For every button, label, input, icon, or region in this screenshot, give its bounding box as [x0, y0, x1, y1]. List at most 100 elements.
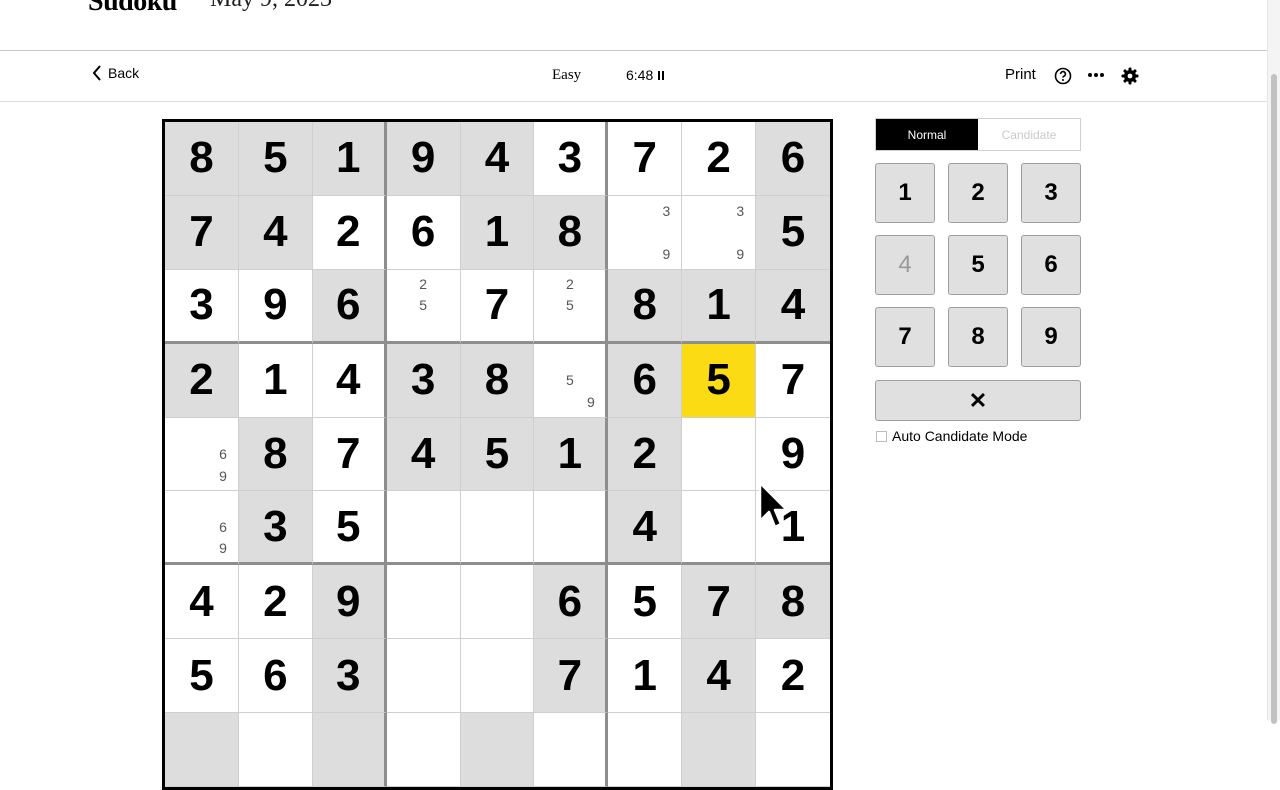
board-cell[interactable]: [386, 565, 461, 640]
board-cell[interactable]: 7: [312, 417, 387, 492]
board-cell[interactable]: 1: [534, 417, 609, 492]
erase-button[interactable]: ✕: [875, 380, 1081, 421]
board-cell[interactable]: 39: [682, 195, 757, 270]
board-cell[interactable]: [312, 713, 387, 787]
board-cell[interactable]: 6: [386, 195, 461, 270]
board-cell[interactable]: 9: [238, 269, 313, 344]
board-cell[interactable]: 1: [608, 639, 683, 714]
board-cell[interactable]: 1: [460, 195, 535, 270]
number-key[interactable]: 1: [875, 163, 935, 223]
board-cell[interactable]: [386, 491, 461, 566]
board-cell[interactable]: 9: [386, 122, 461, 196]
board-cell[interactable]: 4: [165, 565, 239, 640]
board-cell[interactable]: 3: [534, 122, 609, 196]
board-cell[interactable]: [682, 713, 757, 787]
board-cell[interactable]: [386, 639, 461, 714]
board-cell[interactable]: 8: [608, 269, 683, 344]
board-cell[interactable]: 2: [608, 417, 683, 492]
gear-icon[interactable]: [1121, 67, 1139, 85]
back-button[interactable]: Back: [92, 65, 139, 81]
board-cell[interactable]: 5: [165, 639, 239, 714]
board-cell[interactable]: 2: [238, 565, 313, 640]
board-cell[interactable]: 5: [682, 343, 757, 418]
board-cell[interactable]: 25: [386, 269, 461, 344]
board-cell[interactable]: [608, 713, 683, 787]
timer[interactable]: 6:48: [626, 67, 665, 83]
board-cell[interactable]: 6: [238, 639, 313, 714]
board-cell[interactable]: 9: [312, 565, 387, 640]
board-cell[interactable]: 25: [534, 269, 609, 344]
board-cell[interactable]: [460, 565, 535, 640]
board-cell[interactable]: 59: [534, 343, 609, 418]
board-cell[interactable]: 3: [238, 491, 313, 566]
board-cell[interactable]: 69: [165, 491, 239, 566]
scrollbar-thumb[interactable]: [1271, 74, 1277, 724]
more-icon[interactable]: [1088, 73, 1104, 77]
board-cell[interactable]: 7: [534, 639, 609, 714]
board-cell[interactable]: 1: [238, 343, 313, 418]
board-cell[interactable]: 7: [165, 195, 239, 270]
board-cell[interactable]: 1: [312, 122, 387, 196]
board-cell[interactable]: 8: [756, 565, 830, 640]
board-cell[interactable]: 5: [756, 195, 830, 270]
board-cell[interactable]: 4: [238, 195, 313, 270]
number-key[interactable]: 7: [875, 307, 935, 367]
board-cell[interactable]: 2: [165, 343, 239, 418]
board-cell[interactable]: 6: [312, 269, 387, 344]
board-cell[interactable]: 4: [756, 269, 830, 344]
number-key[interactable]: 2: [948, 163, 1008, 223]
board-cell[interactable]: 5: [608, 565, 683, 640]
board-cell[interactable]: 5: [312, 491, 387, 566]
number-key[interactable]: 9: [1021, 307, 1081, 367]
board-cell[interactable]: [238, 713, 313, 787]
board-cell[interactable]: 8: [238, 417, 313, 492]
board-cell[interactable]: 2: [756, 639, 830, 714]
candidate-mode-button[interactable]: Candidate: [978, 119, 1080, 150]
board-cell[interactable]: [386, 713, 461, 787]
board-cell[interactable]: [682, 491, 757, 566]
board-cell[interactable]: 6: [534, 565, 609, 640]
board-cell[interactable]: 4: [682, 639, 757, 714]
board-cell[interactable]: 3: [312, 639, 387, 714]
board-cell[interactable]: 3: [165, 269, 239, 344]
print-button[interactable]: Print: [1005, 66, 1036, 83]
board-cell[interactable]: 7: [460, 269, 535, 344]
number-key[interactable]: 5: [948, 235, 1008, 295]
number-key[interactable]: 3: [1021, 163, 1081, 223]
board-cell[interactable]: 8: [165, 122, 239, 196]
board-cell[interactable]: [534, 713, 609, 787]
board-cell[interactable]: 7: [682, 565, 757, 640]
board-cell[interactable]: [460, 491, 535, 566]
normal-mode-button[interactable]: Normal: [876, 119, 978, 150]
board-cell[interactable]: 4: [460, 122, 535, 196]
board-cell[interactable]: 3: [386, 343, 461, 418]
board-cell[interactable]: 4: [386, 417, 461, 492]
board-cell[interactable]: 4: [312, 343, 387, 418]
auto-candidate-checkbox[interactable]: [876, 430, 887, 442]
board-cell[interactable]: 6: [608, 343, 683, 418]
board-cell[interactable]: [534, 491, 609, 566]
board-cell[interactable]: 69: [165, 417, 239, 492]
board-cell[interactable]: 7: [756, 343, 830, 418]
board-cell[interactable]: 5: [460, 417, 535, 492]
board-cell[interactable]: [165, 713, 239, 787]
number-key[interactable]: 6: [1021, 235, 1081, 295]
board-cell[interactable]: 7: [608, 122, 683, 196]
auto-candidate-mode[interactable]: Auto Candidate Mode: [876, 428, 1027, 444]
board-cell[interactable]: 39: [608, 195, 683, 270]
board-cell[interactable]: [682, 417, 757, 492]
board-cell[interactable]: [460, 713, 535, 787]
board-cell[interactable]: 8: [534, 195, 609, 270]
page-scrollbar[interactable]: [1267, 0, 1280, 724]
board-cell[interactable]: 5: [238, 122, 313, 196]
board-cell[interactable]: 8: [460, 343, 535, 418]
pause-icon[interactable]: [658, 70, 665, 80]
board-cell[interactable]: 6: [756, 122, 830, 196]
help-icon[interactable]: [1054, 67, 1072, 85]
board-cell[interactable]: [756, 713, 830, 787]
board-cell[interactable]: 4: [608, 491, 683, 566]
board-cell[interactable]: [460, 639, 535, 714]
board-cell[interactable]: 1: [682, 269, 757, 344]
board-cell[interactable]: 2: [312, 195, 387, 270]
board-cell[interactable]: 2: [682, 122, 757, 196]
